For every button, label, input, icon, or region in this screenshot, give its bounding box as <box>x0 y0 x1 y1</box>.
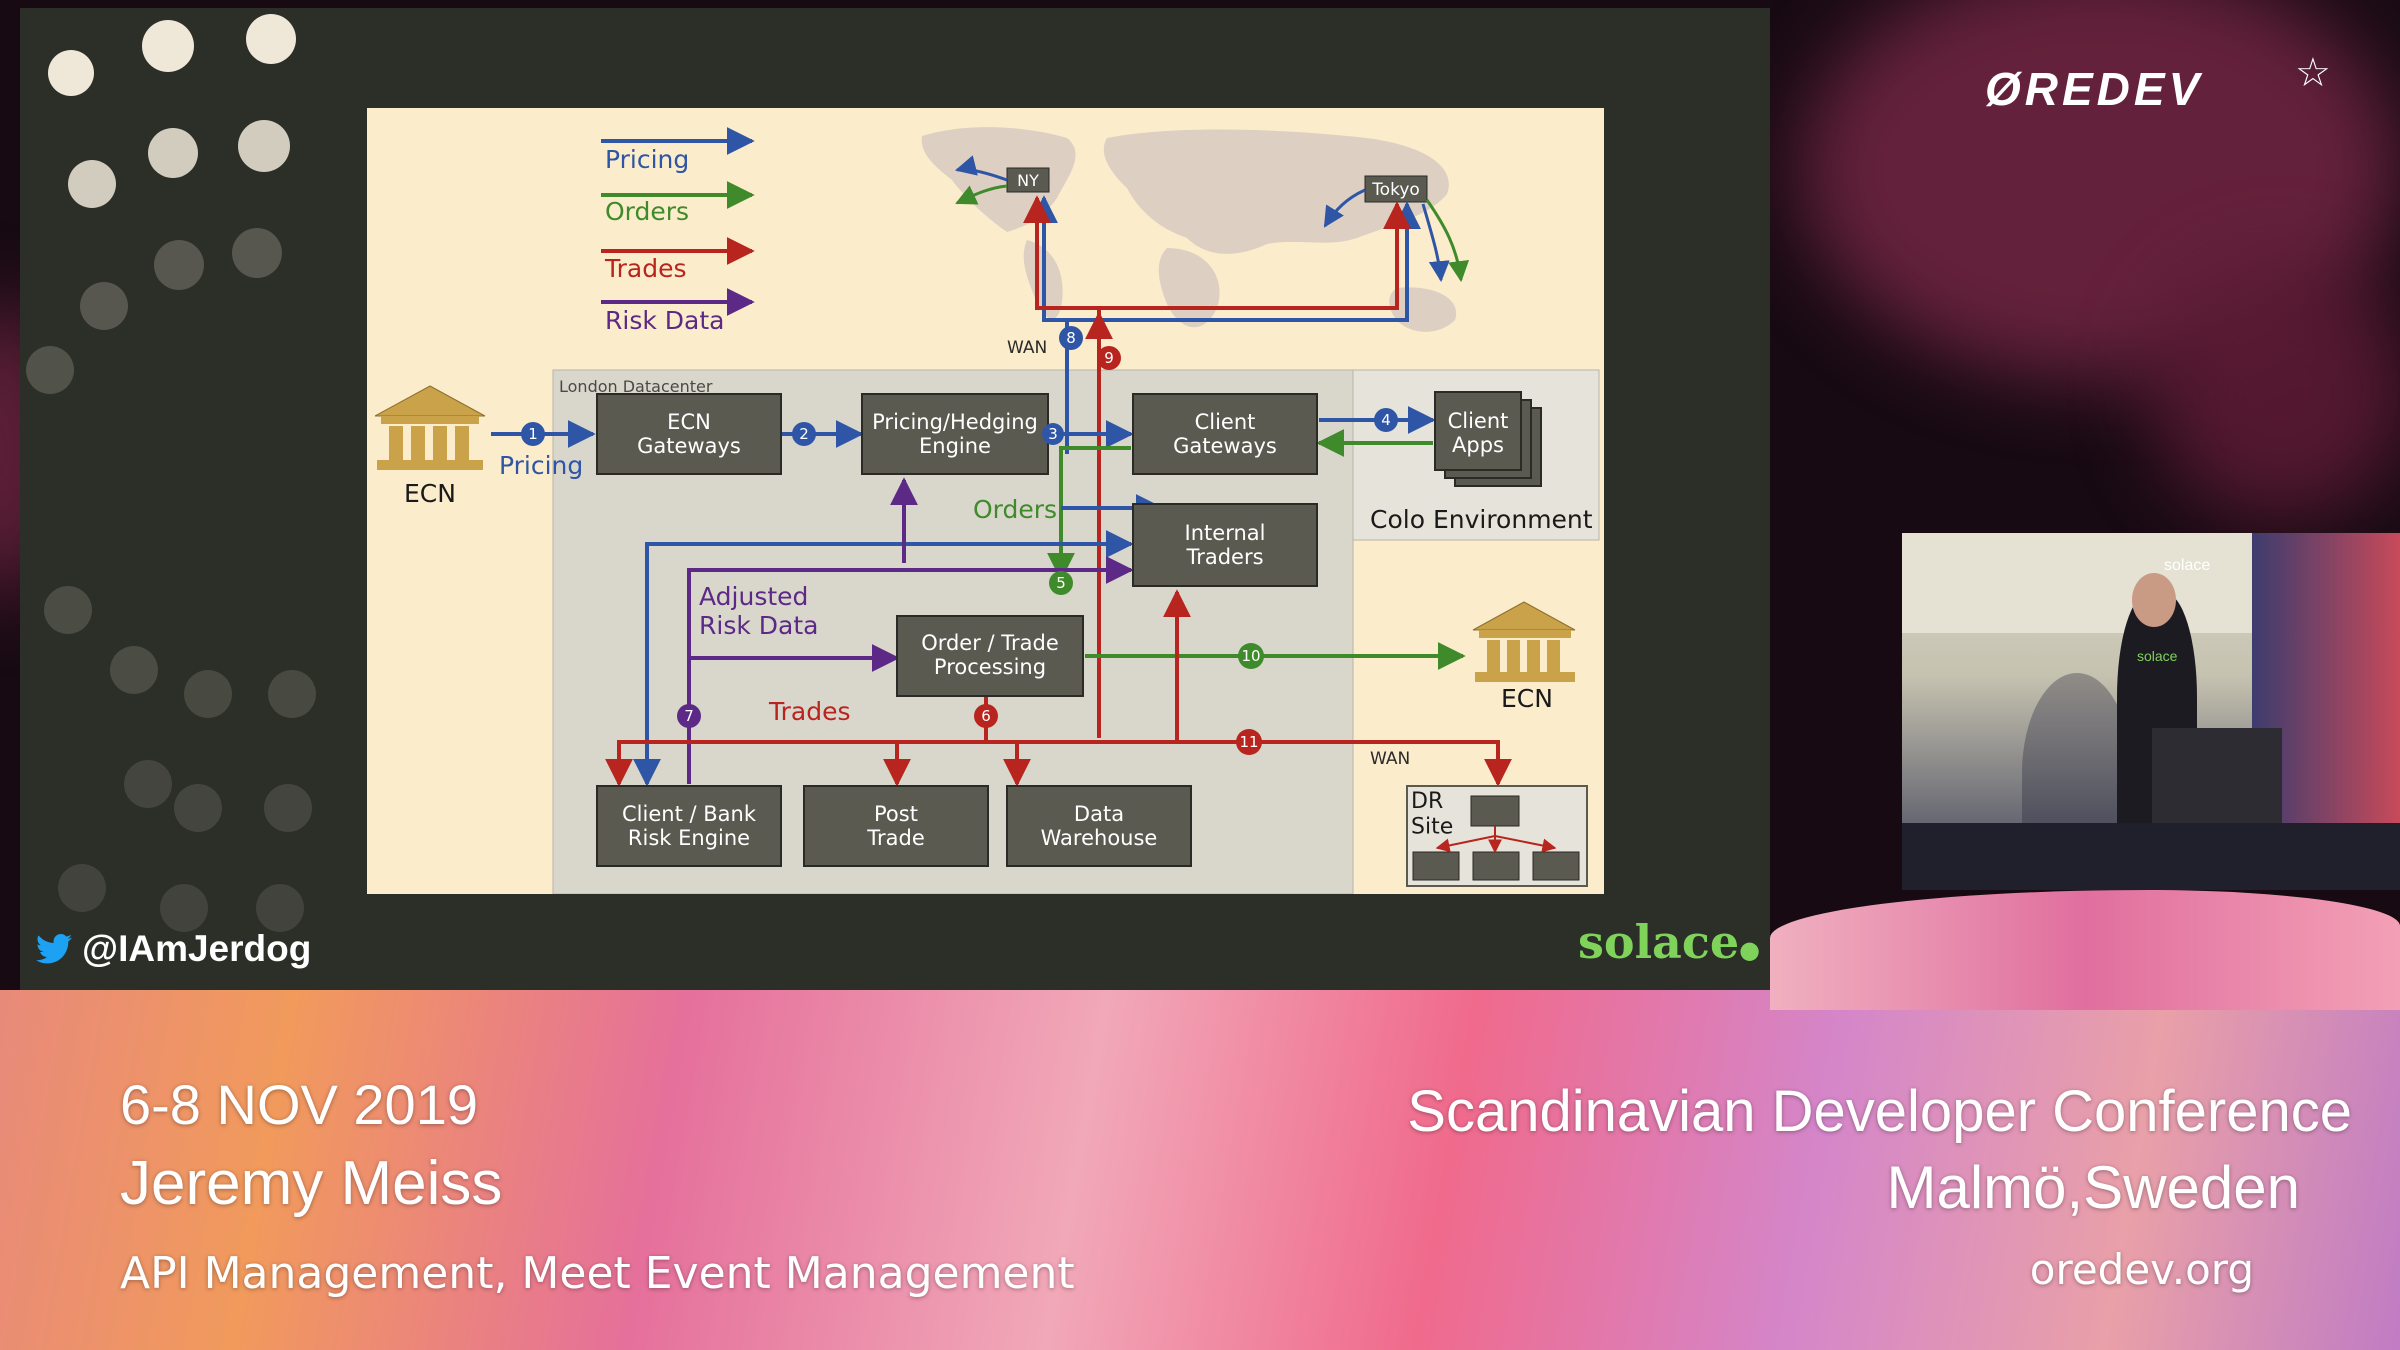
speaker-camera-feed: solace solace <box>1902 533 2400 890</box>
footer-band-accent <box>1770 890 2400 1010</box>
decor-dot <box>80 282 128 330</box>
stage-screen <box>1902 533 2262 633</box>
decor-dot <box>124 760 172 808</box>
conference-name: Scandinavian Developer Conference <box>1407 1079 2352 1144</box>
twitter-bird-icon <box>36 934 72 964</box>
ecn-left-label: ECN <box>404 479 456 508</box>
decor-dot <box>184 670 232 718</box>
marker-8: 8 <box>1066 329 1076 347</box>
wan-bottom-label: WAN <box>1370 749 1410 769</box>
wan-top-label: WAN <box>1007 338 1047 358</box>
decor-dot <box>238 120 290 172</box>
event-date: 6-8 NOV 2019 <box>120 1073 478 1136</box>
ecn-right-icon <box>1472 601 1576 682</box>
adjusted-risk-label: Adjusted Risk Data <box>699 582 818 640</box>
decor-dot <box>174 784 222 832</box>
shirt-logo: solace <box>2137 648 2178 664</box>
orders-flow-label: Orders <box>973 495 1057 524</box>
marker-11: 11 <box>1239 733 1258 751</box>
marker-1: 1 <box>528 425 538 443</box>
decor-dot <box>110 646 158 694</box>
legend-trades: Trades <box>604 254 686 283</box>
decor-dot <box>232 228 282 278</box>
ecn-right-label: ECN <box>1501 684 1553 713</box>
marker-9: 9 <box>1104 349 1114 367</box>
legend-pricing: Pricing <box>605 145 689 174</box>
decor-dot <box>68 160 116 208</box>
banner-logo: solace <box>2164 557 2211 574</box>
order-trade-label: Order / Trade Processing <box>921 631 1059 679</box>
decor-dot <box>48 50 94 96</box>
marker-4: 4 <box>1381 411 1391 429</box>
talk-title: API Management, Meet Event Management <box>120 1248 1075 1299</box>
twitter-handle-text: @IAmJerdog <box>82 928 312 969</box>
decor-dot <box>246 14 296 64</box>
legend: Pricing Orders Trades Risk Data <box>601 127 755 335</box>
decor-dot <box>44 586 92 634</box>
ecn-left-icon <box>374 385 486 470</box>
client-apps-label: Client Apps <box>1448 409 1509 457</box>
post-trade-label: Post Trade <box>866 802 925 850</box>
world-map <box>921 127 1457 332</box>
decor-dot <box>142 20 194 72</box>
decor-dot <box>268 670 316 718</box>
ny-label: NY <box>1017 171 1039 190</box>
client-bank-risk-label: Client / Bank Risk Engine <box>622 802 757 850</box>
marker-5: 5 <box>1056 574 1066 592</box>
decor-dot <box>160 884 208 932</box>
legend-orders: Orders <box>605 197 689 226</box>
pricing-flow-label: Pricing <box>499 451 583 480</box>
audience <box>1902 823 2400 890</box>
twitter-handle: @IAmJerdog <box>36 928 311 970</box>
conference-website[interactable]: oredev.org <box>2030 1245 2254 1294</box>
solace-logo: solace● <box>1578 915 1761 969</box>
legend-risk-data: Risk Data <box>605 306 724 335</box>
pattern-blob <box>2150 260 2400 520</box>
internal-traders-label: Internal Traders <box>1185 521 1266 569</box>
marker-7: 7 <box>684 707 694 725</box>
decor-dot <box>148 128 198 178</box>
star-icon: ☆ <box>2295 51 2331 95</box>
marker-3: 3 <box>1048 425 1058 443</box>
speaker-name: Jeremy Meiss <box>120 1149 503 1218</box>
decor-dot <box>264 784 312 832</box>
architecture-diagram: Pricing Orders Trades Risk Data London D… <box>374 127 1600 895</box>
marker-6: 6 <box>981 707 991 725</box>
oredev-logo: ØREDEV <box>1985 63 2204 115</box>
trades-flow-label: Trades <box>768 697 850 726</box>
marker-10: 10 <box>1241 647 1260 665</box>
tokyo-label: Tokyo <box>1371 180 1420 200</box>
conference-location: Malmö,Sweden <box>1886 1154 2300 1221</box>
presentation-slide: Pricing Orders Trades Risk Data London D… <box>367 108 1604 895</box>
decor-dot <box>154 240 204 290</box>
decor-dot <box>256 884 304 932</box>
speaker-head <box>2132 573 2176 627</box>
decor-dot <box>58 864 106 912</box>
decor-dot <box>26 346 74 394</box>
colo-environment-label: Colo Environment <box>1370 505 1593 534</box>
marker-2: 2 <box>799 425 809 443</box>
